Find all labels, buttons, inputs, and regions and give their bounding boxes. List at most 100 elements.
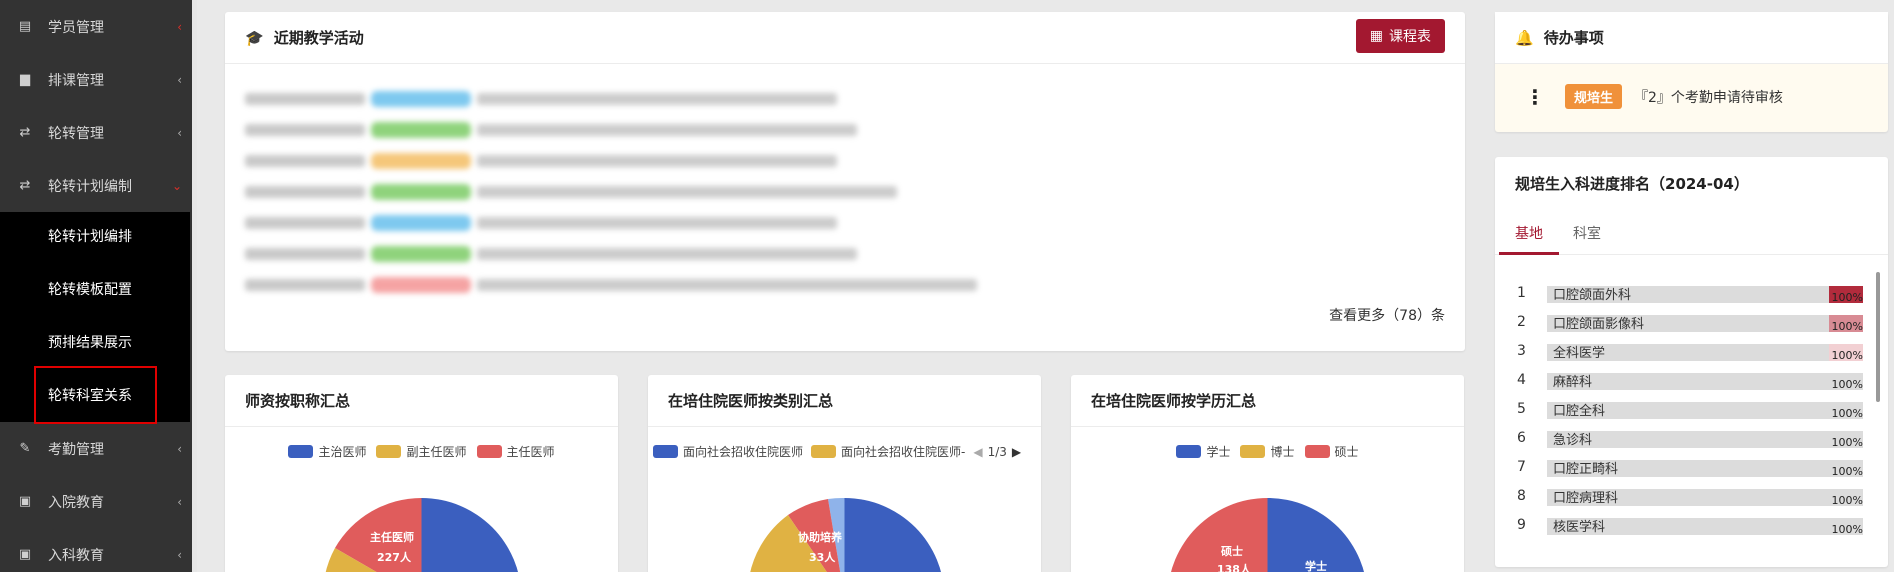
submenu-item-pre-schedule-result[interactable]: 预排结果展示 (48, 332, 132, 352)
calendar-icon: ▦ (1369, 28, 1383, 44)
panel-header: 🔔 待办事项 (1495, 12, 1888, 64)
rank-department-name: 口腔正畸科 (1553, 461, 1619, 477)
chevron-left-icon: ‹ (177, 441, 182, 456)
sidebar-divider (190, 0, 197, 572)
ranking-row: 2 口腔颌面影像科 100% (1517, 310, 1867, 334)
activity-time (245, 248, 365, 260)
activity-time (245, 186, 365, 198)
activity-title (477, 217, 837, 229)
rank-department-name: 急诊科 (1553, 432, 1593, 448)
rank-department-name: 核医学科 (1553, 519, 1606, 535)
rank-number: 8 (1517, 488, 1526, 504)
pie-chart: 主任医师 227人 (325, 498, 522, 572)
sidebar-item-label: 轮转管理 (48, 125, 104, 142)
rank-number: 6 (1517, 430, 1526, 446)
sidebar-item-admission-education[interactable]: ▣ 入院教育 ‹ (0, 475, 190, 528)
submenu-item-plan-arrange[interactable]: 轮转计划编排 (48, 226, 132, 246)
rank-number: 3 (1517, 343, 1526, 359)
rank-percent: 100% (1831, 523, 1863, 536)
rank-bar (1547, 373, 1863, 390)
activity-time (245, 279, 365, 291)
graduation-cap-icon: 🎓 (245, 28, 264, 47)
rank-number: 5 (1517, 401, 1526, 417)
activity-row[interactable] (245, 91, 837, 107)
clipboard-icon: ▣ (18, 494, 32, 509)
chevron-left-icon: ‹ (177, 19, 182, 34)
activity-time (245, 124, 365, 136)
sidebar-item-label: 入院教育 (48, 494, 104, 511)
activity-tag (371, 215, 471, 231)
pie-chart: 硕士 138人 学士 (1168, 498, 1365, 572)
pie-slice-label: 协助培养 (798, 530, 843, 544)
ranking-row: 4 麻醉科 100% (1517, 368, 1867, 392)
activity-row[interactable] (245, 246, 857, 262)
activity-title (477, 155, 837, 167)
rank-percent: 100% (1831, 349, 1863, 362)
pie-slice-master[interactable] (1168, 498, 1268, 572)
ranking-row: 5 口腔全科 100% (1517, 397, 1867, 421)
rank-department-name: 口腔颌面外科 (1553, 287, 1632, 303)
bell-icon: 🔔 (1515, 28, 1534, 47)
sidebar-item-label: 考勤管理 (48, 441, 104, 458)
panel-title: 待办事项 (1543, 29, 1604, 47)
chevron-left-icon: ‹ (177, 494, 182, 509)
todo-text: 『2』个考勤申请待审核 (1634, 89, 1783, 106)
timetable-button-label: 课程表 (1389, 29, 1431, 45)
rank-percent: 100% (1831, 436, 1863, 449)
rank-department-name: 麻醉科 (1553, 374, 1593, 390)
more-vertical-icon[interactable]: ⋮ (1525, 85, 1545, 109)
activity-tag (371, 246, 471, 262)
submenu-item-template-config[interactable]: 轮转模板配置 (48, 279, 132, 299)
activity-time (245, 217, 365, 229)
activity-row[interactable] (245, 184, 897, 200)
timetable-button[interactable]: ▦ 课程表 (1355, 19, 1445, 53)
activity-tag (371, 277, 471, 293)
ranking-panel: 规培生入科进度排名（2024-04） 基地 科室 1 口腔颌面外科 100% 2 口腔颌… (1495, 157, 1888, 567)
rank-percent: 100% (1831, 407, 1863, 420)
sidebar: ▤ 学员管理 ‹ ▆ 排课管理 ‹ ⇄ 轮转管理 ‹ ⇄ 轮转计划编制 ⌄ 轮转… (0, 0, 190, 572)
rank-percent: 100% (1831, 291, 1863, 304)
rank-department-name: 全科医学 (1553, 345, 1606, 361)
pie-slice-label: 硕士 (1221, 544, 1243, 558)
activity-title (477, 124, 857, 136)
rank-percent: 100% (1831, 494, 1863, 507)
activity-time (245, 93, 365, 105)
activity-row[interactable] (245, 122, 857, 138)
sidebar-item-department-education[interactable]: ▣ 入科教育 ‹ (0, 528, 190, 572)
panel-title: 近期教学活动 (273, 29, 364, 47)
rank-number: 1 (1517, 285, 1526, 301)
activity-row[interactable] (245, 215, 837, 231)
activity-tag (371, 122, 471, 138)
pie-slice-label: 学士 (1305, 559, 1327, 572)
rank-number: 4 (1517, 372, 1526, 388)
submenu-highlight-frame (34, 366, 157, 424)
pie-chart: 协助培养 33人 (750, 497, 945, 572)
sidebar-item-scheduling[interactable]: ▆ 排课管理 ‹ (0, 53, 190, 106)
pie-slice-attending[interactable] (421, 498, 522, 572)
ranking-row: 7 口腔正畸科 100% (1517, 455, 1867, 479)
rank-number: 2 (1517, 314, 1526, 330)
activity-row[interactable] (245, 277, 977, 293)
pie-slice-public[interactable] (844, 498, 945, 572)
sidebar-item-attendance[interactable]: ✎ 考勤管理 ‹ (0, 422, 190, 475)
rank-number: 7 (1517, 459, 1526, 475)
pie-slice-value: 138人 (1217, 562, 1252, 572)
ranking-row: 9 核医学科 100% (1517, 513, 1867, 537)
sidebar-item-rotation-plan[interactable]: ⇄ 轮转计划编制 ⌄ (0, 159, 190, 212)
activity-row[interactable] (245, 153, 837, 169)
sidebar-item-student-management[interactable]: ▤ 学员管理 ‹ (0, 0, 190, 53)
activity-title (477, 93, 837, 105)
tab-department[interactable]: 科室 (1573, 223, 1601, 243)
teacher-title-chart-panel: 师资按职称汇总 主治医师 副主任医师 主任医师 主任医师 227人 (225, 375, 618, 572)
sidebar-item-rotation[interactable]: ⇄ 轮转管理 ‹ (0, 106, 190, 159)
todo-badge: 规培生 (1565, 84, 1623, 109)
tab-base[interactable]: 基地 (1515, 223, 1543, 243)
scrollbar[interactable] (1876, 272, 1880, 402)
view-more-link[interactable]: 查看更多（78）条 (1329, 305, 1445, 325)
rank-percent: 100% (1831, 465, 1863, 478)
todo-item[interactable]: ⋮ 规培生 『2』个考勤申请待审核 (1525, 84, 1783, 109)
pie-slice-value: 33人 (809, 550, 836, 564)
brush-icon: ✎ (19, 441, 31, 456)
ranking-row: 8 口腔病理科 100% (1517, 484, 1867, 508)
activity-tag (371, 91, 471, 107)
